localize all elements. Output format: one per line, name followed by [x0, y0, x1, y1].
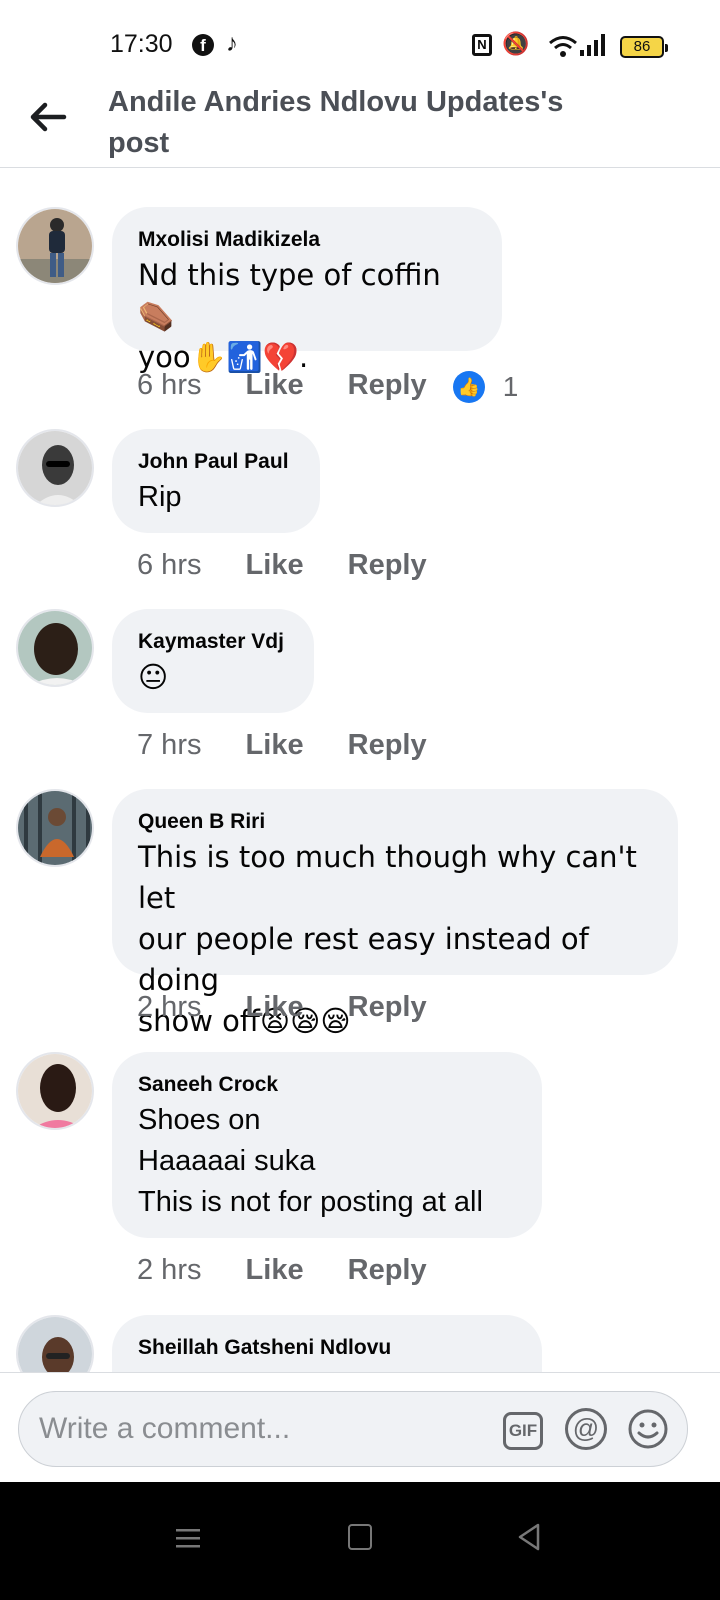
comment-input[interactable]	[39, 1412, 439, 1446]
thumbs-up-icon: 👍	[452, 371, 485, 404]
menu-icon[interactable]	[176, 1526, 200, 1550]
comment-text: Rip	[138, 481, 182, 513]
page-title: Andile Andries Ndlovu Updates's post	[108, 86, 564, 159]
comment-author[interactable]: John Paul Paul	[138, 447, 295, 477]
comment-bubble[interactable]: Saneeh Crock Shoes on Haaaaai suka This …	[112, 1052, 542, 1238]
comment-author[interactable]: Mxolisi Madikizela	[138, 225, 477, 255]
comment-author[interactable]: Kaymaster Vdj	[138, 627, 289, 657]
like-button[interactable]: Like	[246, 989, 304, 1025]
comment-time[interactable]: 6 hrs	[137, 369, 201, 401]
status-bar: 17:30 f ♪ N 🔕 86	[0, 0, 720, 80]
comment-time[interactable]: 6 hrs	[137, 549, 201, 581]
comment-actions: 7 hrs Like Reply	[137, 727, 427, 763]
reply-button[interactable]: Reply	[348, 989, 427, 1025]
comment-bubble[interactable]: Mxolisi Madikizela Nd this type of coffi…	[112, 207, 502, 374]
home-icon[interactable]	[348, 1524, 372, 1550]
system-nav-bar	[0, 1482, 720, 1600]
emoji-icon[interactable]	[627, 1408, 669, 1450]
wifi-icon	[549, 36, 577, 57]
comment-bubble[interactable]: Kaymaster Vdj 😐	[112, 609, 314, 713]
avatar[interactable]	[16, 609, 94, 687]
comment-author[interactable]: Saneeh Crock	[138, 1070, 517, 1100]
comments-list[interactable]: Mxolisi Madikizela Nd this type of coffi…	[0, 169, 720, 1399]
comment-actions: 2 hrs Like Reply	[137, 989, 427, 1025]
comment-actions: 6 hrs Like Reply	[137, 547, 427, 583]
like-button[interactable]: Like	[246, 1252, 304, 1288]
comment-time[interactable]: 7 hrs	[137, 729, 201, 761]
reply-button[interactable]: Reply	[348, 727, 427, 763]
facebook-icon: f	[192, 34, 214, 56]
comment-text: Nd this type of coffin ⚰️ yoo✋🚮💔.	[138, 258, 441, 374]
reaction-count: 1	[502, 371, 519, 403]
like-button[interactable]: Like	[246, 547, 304, 583]
comment-time[interactable]: 2 hrs	[137, 1254, 201, 1286]
tiktok-icon: ♪	[226, 30, 238, 57]
back-arrow-icon[interactable]	[28, 100, 68, 134]
mention-button[interactable]: @	[565, 1408, 607, 1450]
comment-bubble[interactable]: Queen B Riri This is too much though why…	[112, 789, 678, 1038]
gif-button[interactable]: GIF	[503, 1412, 543, 1450]
comment-author[interactable]: Sheillah Gatsheni Ndlovu	[138, 1333, 517, 1363]
like-button[interactable]: Like	[246, 727, 304, 763]
comment-actions: 2 hrs Like Reply	[137, 1252, 427, 1288]
comment-input-container[interactable]: GIF @	[18, 1391, 688, 1467]
like-button[interactable]: Like	[246, 367, 304, 403]
comment-author[interactable]: Queen B Riri	[138, 807, 653, 837]
avatar[interactable]	[16, 207, 94, 285]
back-triangle-icon[interactable]	[516, 1522, 542, 1552]
mute-icon: 🔕	[502, 31, 530, 56]
reply-button[interactable]: Reply	[348, 367, 427, 403]
comment-actions: 6 hrs Like Reply 👍 1	[137, 367, 518, 405]
comment-text: Shoes on Haaaaai suka This is not for po…	[138, 1104, 483, 1218]
nfc-icon: N	[472, 34, 492, 56]
battery-icon: 86	[620, 36, 668, 58]
comment-bubble[interactable]: John Paul Paul Rip	[112, 429, 320, 533]
avatar[interactable]	[16, 1052, 94, 1130]
comment-time[interactable]: 2 hrs	[137, 991, 201, 1023]
post-header: Andile Andries Ndlovu Updates's post	[0, 80, 720, 168]
reply-button[interactable]: Reply	[348, 1252, 427, 1288]
reaction-summary[interactable]: 👍 1	[452, 368, 519, 405]
comment-composer: GIF @	[0, 1372, 720, 1482]
comment-text: 😐	[138, 660, 169, 694]
reply-button[interactable]: Reply	[348, 547, 427, 583]
avatar[interactable]	[16, 429, 94, 507]
avatar[interactable]	[16, 789, 94, 867]
signal-icon	[580, 34, 605, 56]
status-time: 17:30	[110, 30, 173, 58]
